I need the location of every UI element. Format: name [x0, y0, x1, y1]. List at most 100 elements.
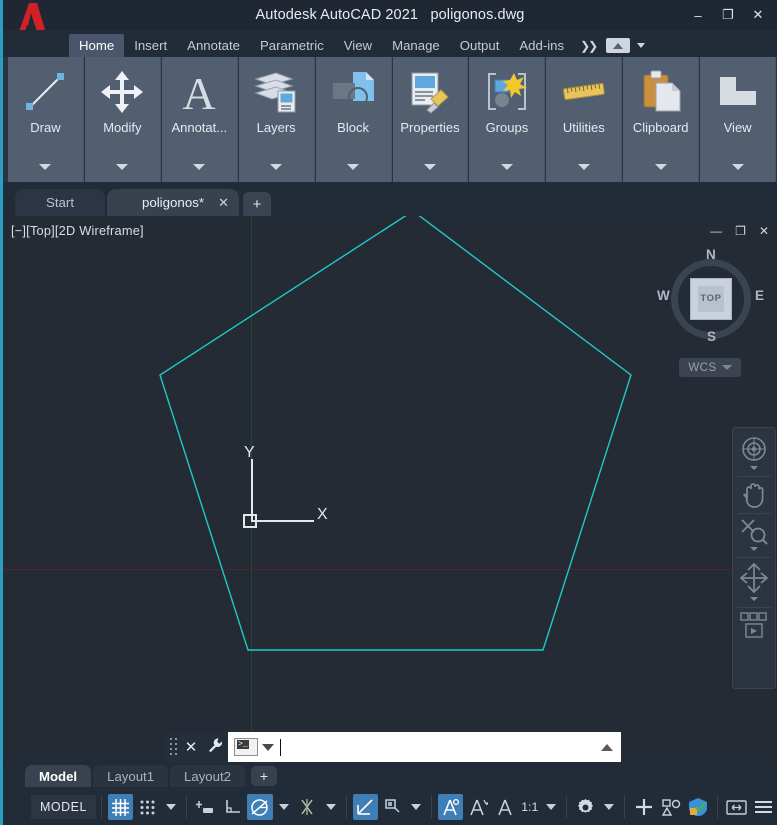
- model-space-button[interactable]: MODEL: [31, 795, 96, 819]
- add-separator-plus[interactable]: [631, 794, 656, 820]
- infer-constraints-toggle[interactable]: [193, 794, 218, 820]
- ribbon-panel-draw[interactable]: Draw: [8, 57, 84, 182]
- viewport-close-button[interactable]: ✕: [759, 224, 769, 238]
- customization-menu[interactable]: [751, 794, 776, 820]
- divider: [737, 476, 771, 477]
- wrench-icon[interactable]: [202, 737, 228, 758]
- minimize-ribbon-button[interactable]: [606, 38, 631, 53]
- autoscale-toggle[interactable]: [465, 794, 490, 820]
- more-tabs-chevron-icon[interactable]: ❯❯: [580, 39, 599, 53]
- steering-wheels-icon[interactable]: [734, 434, 774, 464]
- annotation-visibility-toggle[interactable]: [437, 794, 463, 820]
- workspace-switch-gear[interactable]: [573, 794, 598, 820]
- zoom-extents-icon[interactable]: [734, 517, 774, 545]
- hardware-acceleration-toggle[interactable]: [686, 794, 711, 820]
- compass-north-label[interactable]: N: [706, 247, 716, 262]
- dynamic-ucs-toggle[interactable]: [380, 794, 405, 820]
- ribbon-tab-output[interactable]: Output: [450, 34, 510, 57]
- chevron-down-icon[interactable]: [546, 804, 557, 810]
- divider: [100, 796, 102, 818]
- ribbon-panel-layers[interactable]: Layers: [238, 57, 315, 182]
- chevron-down-icon[interactable]: [39, 164, 52, 170]
- new-layout-button[interactable]: +: [250, 766, 277, 786]
- chevron-down-icon[interactable]: [637, 43, 646, 48]
- chevron-down-icon[interactable]: [423, 164, 436, 170]
- command-input-field[interactable]: [228, 732, 621, 762]
- compass-east-label[interactable]: E: [755, 288, 764, 303]
- ribbon-tab-addins[interactable]: Add-ins: [509, 34, 574, 57]
- ribbon-tab-view[interactable]: View: [334, 34, 382, 57]
- ribbon-tab-home[interactable]: Home: [69, 34, 125, 57]
- ribbon-tab-annotate[interactable]: Annotate: [177, 34, 250, 57]
- chevron-down-icon[interactable]: [278, 804, 289, 810]
- viewport-minimize-button[interactable]: —: [710, 224, 722, 238]
- viewport-restore-button[interactable]: ❐: [735, 224, 746, 238]
- chevron-down-icon[interactable]: [116, 164, 129, 170]
- chevron-down-icon[interactable]: [325, 804, 336, 810]
- polar-tracking-toggle[interactable]: [247, 794, 273, 820]
- viewport-window-controls: — ❐ ✕: [710, 224, 769, 238]
- view-cube-face[interactable]: TOP: [690, 278, 732, 320]
- maximize-button[interactable]: ❐: [713, 2, 743, 28]
- chevron-down-icon[interactable]: [193, 164, 206, 170]
- command-prompt-icon[interactable]: [234, 738, 258, 756]
- snap-mode-toggle[interactable]: [135, 794, 160, 820]
- ribbon-tab-insert[interactable]: Insert: [124, 34, 177, 57]
- chevron-down-icon[interactable]: [500, 164, 513, 170]
- command-line-drag-handle[interactable]: [168, 737, 180, 757]
- chevron-down-icon[interactable]: [577, 164, 590, 170]
- minimize-button[interactable]: –: [683, 2, 713, 28]
- drawing-tab-start[interactable]: Start: [15, 189, 105, 216]
- ribbon-panel-view[interactable]: View: [700, 57, 777, 182]
- pan-hand-icon[interactable]: [734, 480, 774, 510]
- chevron-down-icon[interactable]: [750, 466, 758, 470]
- chevron-down-icon[interactable]: [654, 164, 667, 170]
- compass-south-label[interactable]: S: [707, 329, 716, 344]
- ribbon-panel-groups[interactable]: Groups: [469, 57, 546, 182]
- divider: [566, 796, 568, 818]
- chevron-down-icon[interactable]: [166, 804, 177, 810]
- showmotion-icon[interactable]: [734, 611, 774, 641]
- chevron-down-icon[interactable]: [410, 804, 421, 810]
- layout-tab-model[interactable]: Model: [25, 765, 92, 787]
- ribbon-panel-modify[interactable]: Modify: [84, 57, 161, 182]
- chevron-down-icon[interactable]: [270, 164, 283, 170]
- layout-tab-layout1[interactable]: Layout1: [93, 765, 169, 787]
- viewport-control-label[interactable]: [−][Top][2D Wireframe]: [11, 223, 144, 238]
- layout-tab-layout2[interactable]: Layout2: [170, 765, 245, 787]
- view-cube[interactable]: TOP N S E W: [657, 247, 764, 347]
- chevron-down-icon[interactable]: [262, 743, 274, 751]
- drawing-canvas[interactable]: [−][Top][2D Wireframe] — ❐ ✕ X Y TOP N S…: [3, 216, 777, 761]
- clean-screen-toggle[interactable]: [724, 794, 749, 820]
- chevron-down-icon[interactable]: [731, 164, 744, 170]
- ribbon-panel-block[interactable]: Block: [315, 57, 392, 182]
- close-icon[interactable]: ✕: [180, 738, 202, 756]
- new-drawing-tab-button[interactable]: +: [243, 192, 271, 216]
- ribbon-tab-manage[interactable]: Manage: [382, 34, 450, 57]
- ribbon-panel-clipboard[interactable]: Clipboard: [623, 57, 700, 182]
- object-snap-toggle[interactable]: [295, 794, 320, 820]
- ribbon-panel-utilities[interactable]: Utilities: [546, 57, 623, 182]
- close-icon[interactable]: ✕: [218, 195, 229, 211]
- isolate-objects-toggle[interactable]: [659, 794, 684, 820]
- ribbon-panel-properties[interactable]: Properties: [392, 57, 469, 182]
- command-line[interactable]: ✕: [165, 731, 621, 763]
- chevron-down-icon[interactable]: [750, 547, 758, 551]
- chevron-down-icon[interactable]: [347, 164, 360, 170]
- wcs-dropdown[interactable]: WCS: [679, 358, 741, 377]
- annotation-monitor-toggle[interactable]: [492, 794, 517, 820]
- ribbon-panel-annotation[interactable]: A Annotat...: [161, 57, 238, 182]
- orbit-icon[interactable]: [734, 561, 774, 595]
- ortho-mode-toggle[interactable]: [220, 794, 245, 820]
- object-snap-tracking-toggle[interactable]: [352, 794, 378, 820]
- expand-history-icon[interactable]: [601, 743, 613, 751]
- chevron-down-icon[interactable]: [604, 804, 615, 810]
- annotation-scale-value[interactable]: 1:1: [518, 800, 541, 814]
- chevron-down-icon[interactable]: [750, 597, 758, 601]
- ribbon-tab-parametric[interactable]: Parametric: [250, 34, 334, 57]
- title-bar: Autodesk AutoCAD 2021 poligonos.dwg – ❐ …: [3, 0, 777, 43]
- drawing-tab-poligonos[interactable]: poligonos* ✕: [107, 189, 239, 216]
- compass-west-label[interactable]: W: [657, 288, 670, 303]
- grid-display-toggle[interactable]: [107, 794, 134, 820]
- close-button[interactable]: ✕: [743, 2, 773, 28]
